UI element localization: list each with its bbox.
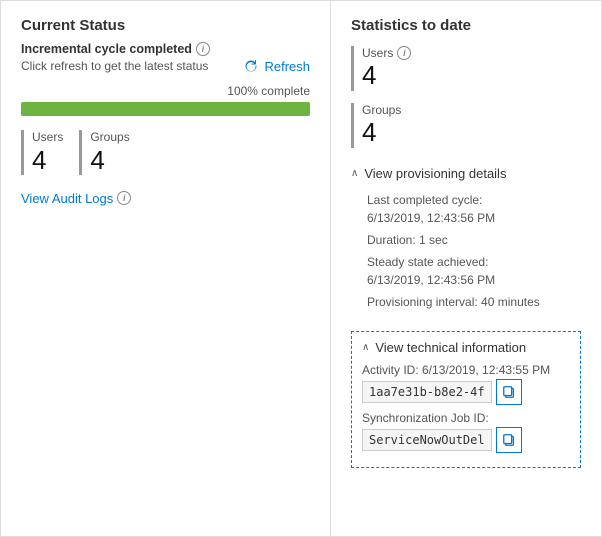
last-completed-row: Last completed cycle: 6/13/2019, 12:43:5… <box>367 191 581 227</box>
steady-state-row: Steady state achieved: 6/13/2019, 12:43:… <box>367 253 581 289</box>
subtitle-info-icon[interactable]: i <box>196 42 210 56</box>
left-users-value: 4 <box>32 146 63 175</box>
left-stats-row: Users 4 Groups 4 <box>21 130 310 175</box>
click-refresh-text: Click refresh to get the latest status <box>21 59 208 73</box>
right-users-value: 4 <box>362 60 411 91</box>
left-panel: Current Status Incremental cycle complet… <box>1 1 331 536</box>
duration-row: Duration: 1 sec <box>367 231 581 249</box>
tech-info-section: ∧ View technical information Activity ID… <box>351 331 581 468</box>
provisioning-details-body: Last completed cycle: 6/13/2019, 12:43:5… <box>351 187 581 319</box>
progress-section: 100% complete <box>21 84 310 116</box>
copy-icon <box>502 385 516 399</box>
interval-row: Provisioning interval: 40 minutes <box>367 293 581 311</box>
sync-job-row: Synchronization Job ID: <box>362 411 570 453</box>
tech-info-toggle[interactable]: ∧ View technical information <box>362 340 570 355</box>
left-title: Current Status <box>21 17 310 34</box>
sync-job-copy-field <box>362 427 570 453</box>
left-subtitle: Incremental cycle completed i <box>21 42 310 56</box>
progress-label: 100% complete <box>21 84 310 98</box>
right-users-stat: Users i 4 <box>351 46 411 91</box>
refresh-icon <box>243 58 259 74</box>
tech-chevron-icon: ∧ <box>362 342 369 353</box>
left-users-stat: Users 4 <box>21 130 63 175</box>
audit-logs-info-icon[interactable]: i <box>117 191 131 205</box>
refresh-row: Click refresh to get the latest status R… <box>21 58 310 74</box>
progress-bar-fill <box>21 102 310 116</box>
progress-bar-background <box>21 102 310 116</box>
right-users-row: Users i 4 <box>351 46 581 91</box>
activity-id-copy-field <box>362 379 570 405</box>
activity-id-row: Activity ID: 6/13/2019, 12:43:55 PM <box>362 363 570 405</box>
sync-job-copy-button[interactable] <box>496 427 522 453</box>
left-groups-stat: Groups 4 <box>79 130 129 175</box>
left-users-label: Users <box>32 130 63 144</box>
right-panel: Statistics to date Users i 4 Groups 4 ∧ <box>331 1 601 536</box>
right-groups-stat: Groups 4 <box>351 103 401 148</box>
activity-id-copy-button[interactable] <box>496 379 522 405</box>
left-groups-label: Groups <box>90 130 129 144</box>
provisioning-details-toggle[interactable]: ∧ View provisioning details <box>351 160 581 187</box>
audit-logs-link[interactable]: View Audit Logs i <box>21 191 310 206</box>
left-groups-value: 4 <box>90 146 129 175</box>
right-groups-value: 4 <box>362 117 401 148</box>
right-title: Statistics to date <box>351 17 581 34</box>
activity-id-input[interactable] <box>362 381 492 403</box>
provisioning-chevron-icon: ∧ <box>351 168 358 179</box>
refresh-button[interactable]: Refresh <box>243 58 310 74</box>
right-users-info-icon[interactable]: i <box>397 46 411 60</box>
right-groups-row: Groups 4 <box>351 103 581 148</box>
provisioning-details-section: ∧ View provisioning details Last complet… <box>351 160 581 319</box>
right-users-label: Users i <box>362 46 411 60</box>
copy-icon-2 <box>502 433 516 447</box>
right-groups-label: Groups <box>362 103 401 117</box>
sync-job-input[interactable] <box>362 429 492 451</box>
